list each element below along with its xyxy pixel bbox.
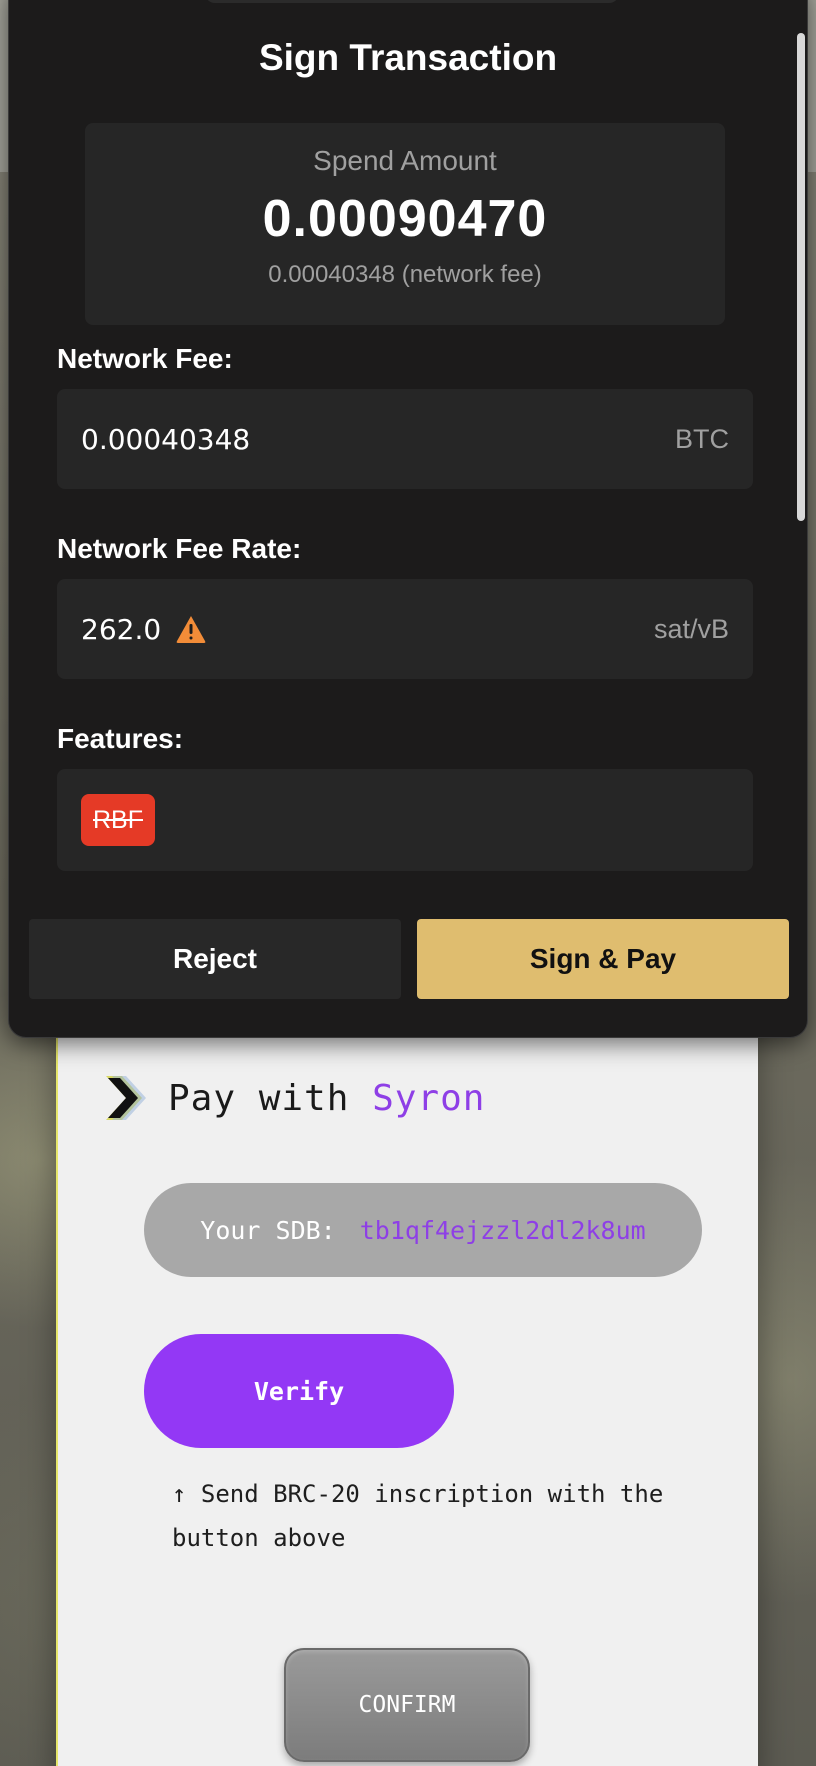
- features-label: Features:: [57, 723, 184, 754]
- rbf-badge: RBF: [81, 794, 155, 846]
- spend-amount-value: 0.00090470: [262, 190, 548, 248]
- network-fee-label: Network Fee:: [57, 343, 233, 374]
- verify-button[interactable]: Verify: [144, 1334, 454, 1448]
- network-fee-rate-field: 262.0 sat/vB: [57, 579, 753, 679]
- pay-title-brand: Syron: [372, 1077, 486, 1119]
- network-fee-rate-unit: sat/vB: [653, 613, 729, 644]
- sdb-address-pill: Your SDB: tb1qf4ejzzl2dl2k8um: [144, 1183, 702, 1277]
- drag-handle: [205, 0, 619, 3]
- network-fee-field: 0.00040348 BTC: [57, 389, 753, 489]
- syron-pay-card: Pay with Syron Your SDB: tb1qf4ejzzl2dl2…: [56, 960, 758, 1766]
- sign-transaction-modal: Sign Transaction Spend Amount 0.00090470…: [8, 0, 808, 1038]
- spend-amount-label: Spend Amount: [313, 145, 497, 176]
- features-field: RBF: [57, 769, 753, 871]
- spend-amount-panel: Spend Amount 0.00090470 0.00040348 (netw…: [85, 123, 725, 325]
- sign-and-pay-button[interactable]: Sign & Pay: [417, 919, 789, 999]
- reject-button[interactable]: Reject: [29, 919, 401, 999]
- network-fee-value: 0.00040348: [81, 422, 251, 456]
- network-fee-rate-label: Network Fee Rate:: [57, 533, 302, 564]
- spend-amount-fee: 0.00040348 (network fee): [268, 261, 542, 288]
- chevron-right-icon: [106, 1076, 146, 1120]
- network-fee-rate-value: 262.0: [81, 612, 162, 646]
- warning-triangle-icon[interactable]: [175, 614, 207, 644]
- sdb-label: Your SDB:: [200, 1215, 336, 1245]
- pay-header: Pay with Syron: [96, 1068, 485, 1128]
- modal-title: Sign Transaction: [258, 37, 558, 78]
- network-fee-unit: BTC: [675, 423, 729, 454]
- send-inscription-hint: ↑ Send BRC-20 inscription with the butto…: [172, 1480, 664, 1552]
- pay-title: Pay with Syron: [168, 1078, 485, 1119]
- modal-scrollbar[interactable]: [797, 33, 805, 521]
- pay-title-prefix: Pay with: [168, 1077, 350, 1119]
- sdb-address[interactable]: tb1qf4ejzzl2dl2k8um: [360, 1216, 646, 1245]
- confirm-button[interactable]: CONFIRM: [284, 1648, 530, 1762]
